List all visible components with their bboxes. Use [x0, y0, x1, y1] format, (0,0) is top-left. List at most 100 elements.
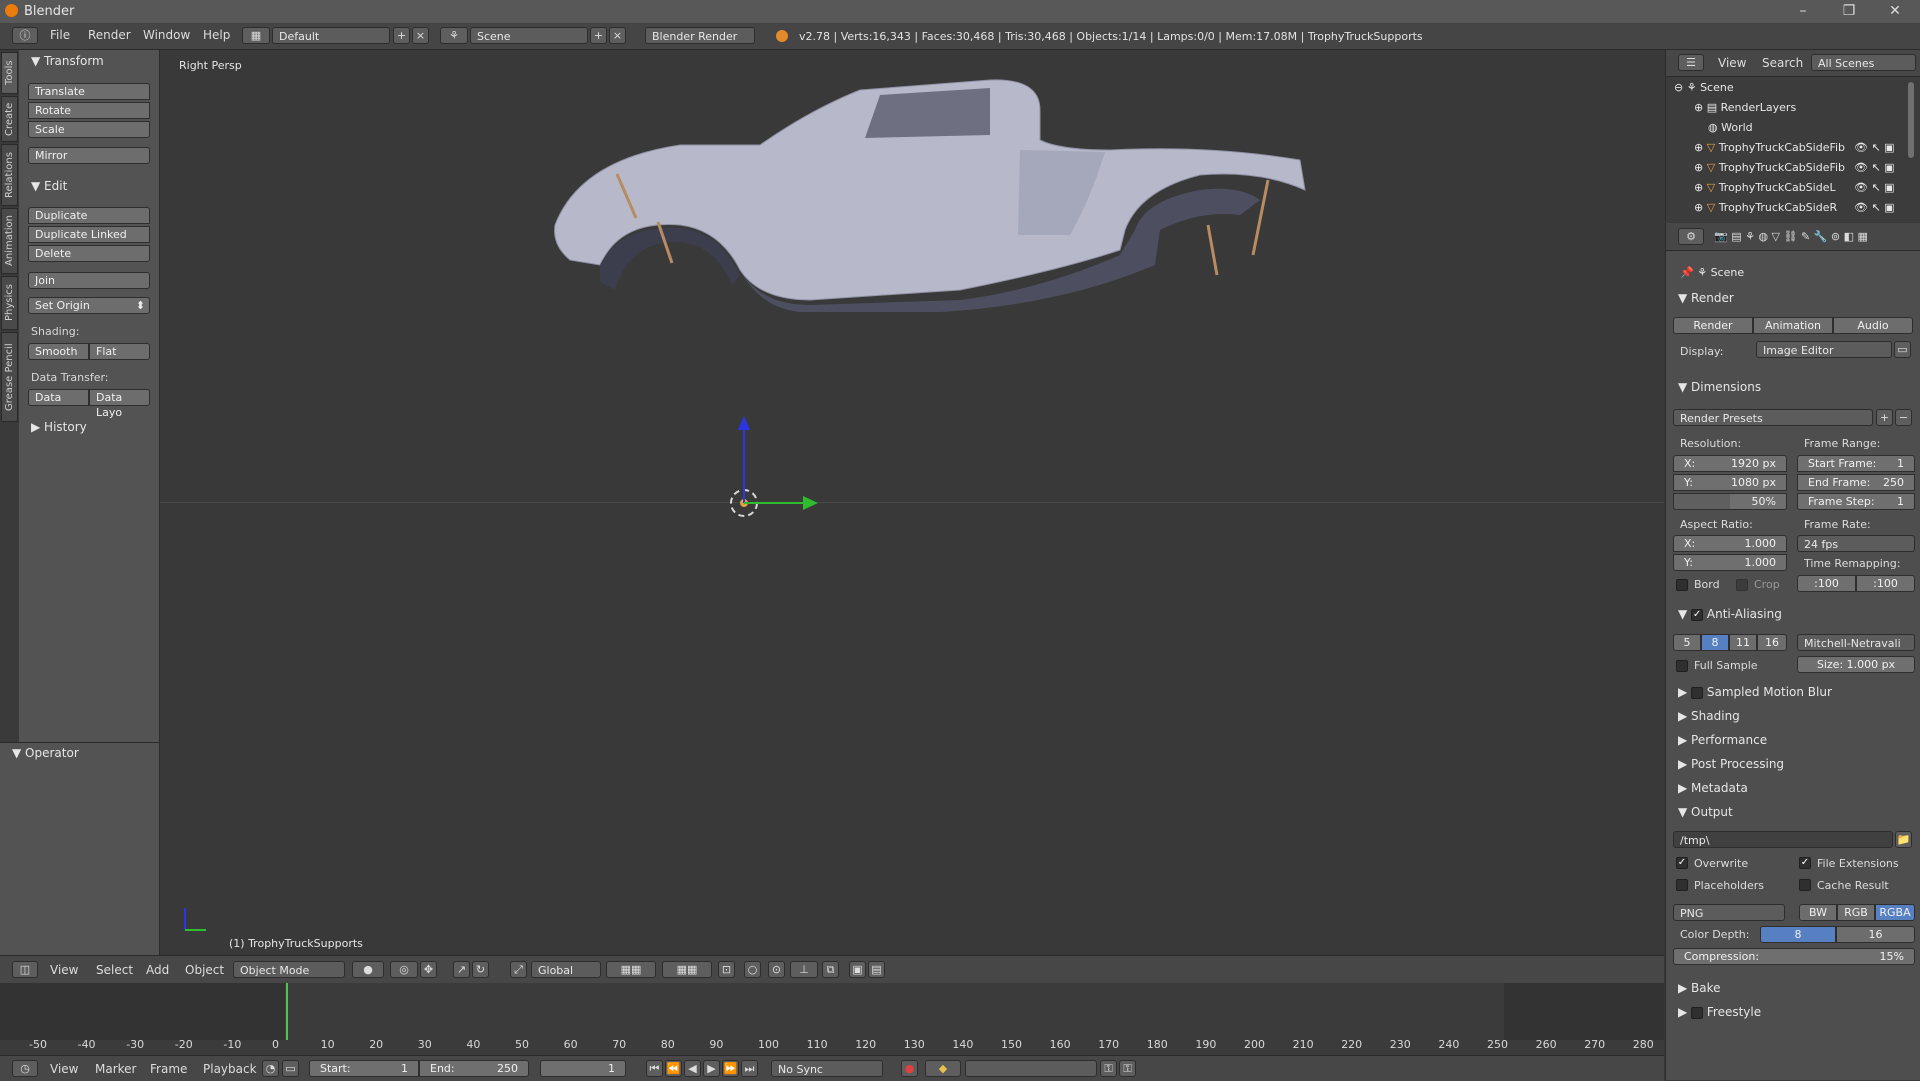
folder-browse-icon[interactable]: 📁 [1895, 831, 1912, 848]
post-processing-panel-header[interactable]: ▶ Post Processing [1678, 757, 1784, 771]
menu-help[interactable]: Help [203, 28, 230, 42]
remove-scene-icon[interactable]: × [609, 27, 626, 44]
duplicate-linked-button[interactable]: Duplicate Linked [28, 226, 150, 243]
menu-add[interactable]: Add [146, 963, 169, 977]
layout-field[interactable]: Default [272, 27, 390, 44]
sync-dropdown[interactable]: No Sync [771, 1060, 883, 1077]
data-button[interactable]: Data [28, 389, 89, 406]
motion-blur-checkbox[interactable] [1691, 686, 1704, 699]
proportional-edit-icon[interactable]: ○ [744, 961, 761, 978]
translate-manipulator-icon[interactable]: ↗ [453, 961, 470, 978]
performance-panel-header[interactable]: ▶ Performance [1678, 733, 1767, 747]
layers-grid-icon[interactable]: ▦▦ [662, 961, 712, 978]
play-reverse-icon[interactable]: ◀ [684, 1060, 701, 1077]
jump-end-icon[interactable]: ⏭ [741, 1060, 758, 1077]
current-frame-marker[interactable] [286, 983, 288, 1040]
cache-result-checkbox[interactable] [1799, 879, 1811, 891]
render-button[interactable]: Render [1673, 317, 1753, 334]
add-layout-icon[interactable]: + [393, 27, 410, 44]
aa-samples-16-button[interactable]: 16 [1757, 634, 1787, 651]
border-checkbox[interactable] [1676, 579, 1688, 591]
color-depth-8-button[interactable]: 8 [1760, 926, 1836, 943]
mirror-button[interactable]: Mirror [28, 147, 150, 164]
lock-interface-icon[interactable]: ▭ [1894, 341, 1911, 358]
visibility-eye-icon[interactable]: 👁 ↖ ▣ [1854, 201, 1895, 214]
play-icon[interactable]: ▶ [703, 1060, 720, 1077]
record-icon[interactable]: ● [901, 1060, 918, 1077]
editor-type-info-icon[interactable]: ⓘ [12, 27, 38, 44]
aa-samples-5-button[interactable]: 5 [1673, 634, 1701, 651]
delete-keyframe-icon[interactable]: ⚿ [1119, 1060, 1136, 1077]
pivot-point-icon[interactable]: ◎ [390, 961, 418, 978]
aspect-x-field[interactable]: X: 1.000 [1673, 535, 1787, 552]
current-frame-field[interactable]: 1 [540, 1060, 626, 1077]
manipulator-toggle-icon[interactable]: ✥ [420, 961, 437, 978]
color-rgba-button[interactable]: RGBA [1875, 904, 1915, 921]
lock-range-icon[interactable]: ▭ [282, 1060, 299, 1077]
tab-physics[interactable]: Physics [1, 276, 18, 330]
set-origin-dropdown[interactable]: Set Origin ⬍ [28, 297, 150, 314]
outliner-item-renderlayers[interactable]: ⊕ ▤ RenderLayers [1694, 101, 1796, 114]
tab-create[interactable]: Create [1, 96, 18, 142]
crop-checkbox[interactable] [1736, 579, 1748, 591]
color-bw-button[interactable]: BW [1799, 904, 1837, 921]
resolution-x-field[interactable]: X: 1920 px [1673, 455, 1787, 472]
time-remap-old-field[interactable]: :100 [1797, 575, 1856, 592]
properties-context-icons[interactable]: 📷 ▤ ⚘ ◍ ▽ ⛓ ✎ 🔧 ⊚ ◧ ▦ [1714, 230, 1868, 243]
full-sample-checkbox[interactable] [1676, 660, 1688, 672]
duplicate-button[interactable]: Duplicate [28, 207, 150, 224]
render-anim-icon[interactable]: ▤ [868, 961, 885, 978]
compression-slider[interactable]: Compression: 15% [1673, 948, 1915, 965]
close-button[interactable]: ✕ [1872, 0, 1918, 23]
frame-rate-dropdown[interactable]: 24 fps [1797, 535, 1915, 552]
3d-viewport[interactable]: Right Persp (1) TrophyTruckSupports [160, 50, 1664, 955]
freestyle-checkbox[interactable] [1691, 1006, 1704, 1019]
display-dropdown[interactable]: Image Editor [1756, 341, 1892, 358]
jump-keyframe-forward-icon[interactable]: ⏩ [722, 1060, 739, 1077]
editor-type-timeline-icon[interactable]: ◷ [12, 1060, 38, 1077]
translate-button[interactable]: Translate [28, 83, 150, 100]
menu-playback[interactable]: Playback [203, 1062, 257, 1076]
jump-keyframe-back-icon[interactable]: ⏪ [665, 1060, 682, 1077]
outliner-item-world[interactable]: ◍ World [1708, 121, 1753, 134]
menu-window[interactable]: Window [143, 28, 190, 42]
visibility-eye-icon[interactable]: 👁 ↖ ▣ [1854, 181, 1895, 194]
smooth-button[interactable]: Smooth [28, 343, 89, 360]
scale-button[interactable]: Scale [28, 121, 150, 138]
keying-set-icon[interactable]: ◆ [925, 1060, 961, 1077]
aspect-y-field[interactable]: Y: 1.000 [1673, 554, 1787, 571]
transform-panel-header[interactable]: ▼ Transform [31, 54, 104, 68]
freestyle-panel-header[interactable]: ▶ Freestyle [1678, 1005, 1761, 1019]
menu-marker[interactable]: Marker [95, 1062, 136, 1076]
anti-aliasing-panel-header[interactable]: ▼ ✓ Anti-Aliasing [1678, 607, 1782, 621]
render-still-icon[interactable]: ▣ [849, 961, 866, 978]
jump-start-icon[interactable]: ⏮ [646, 1060, 663, 1077]
history-panel-header[interactable]: ▶ History [31, 420, 87, 434]
render-panel-header[interactable]: ▼ Render [1678, 291, 1734, 305]
flat-button[interactable]: Flat [89, 343, 150, 360]
maximize-button[interactable]: ❐ [1826, 0, 1872, 23]
menu-select[interactable]: Select [96, 963, 133, 977]
tab-relations[interactable]: Relations [1, 144, 18, 206]
outliner-menu-search[interactable]: Search [1762, 56, 1803, 70]
rotate-manipulator-icon[interactable]: ↻ [472, 961, 489, 978]
end-frame-field[interactable]: End Frame: 250 [1797, 474, 1915, 491]
layers-grid-icon[interactable]: ▦▦ [606, 961, 656, 978]
menu-timeline-view[interactable]: View [50, 1062, 78, 1076]
snap-target-icon[interactable]: ⊥ [790, 961, 818, 978]
outliner-item-object[interactable]: ⊕ ▽ TrophyTruckCabSideFib [1694, 141, 1845, 154]
lock-layers-icon[interactable]: ⊡ [718, 961, 735, 978]
outliner-filter-dropdown[interactable]: All Scenes [1811, 54, 1916, 71]
outliner-item-scene[interactable]: ⊖ ⚘ Scene [1674, 81, 1734, 94]
menu-view[interactable]: View [50, 963, 78, 977]
minimize-button[interactable]: – [1780, 0, 1826, 23]
edit-panel-header[interactable]: ▼ Edit [31, 179, 67, 193]
motion-blur-panel-header[interactable]: ▶ Sampled Motion Blur [1678, 685, 1832, 699]
render-presets-dropdown[interactable]: Render Presets [1673, 409, 1873, 426]
opengl-render-icon[interactable]: ⧉ [822, 961, 839, 978]
rotate-button[interactable]: Rotate [28, 102, 150, 119]
screen-layout-icon[interactable]: ▦ [242, 27, 270, 44]
outliner-menu-view[interactable]: View [1718, 56, 1746, 70]
aa-samples-8-button[interactable]: 8 [1701, 634, 1729, 651]
visibility-eye-icon[interactable]: 👁 ↖ ▣ [1854, 161, 1895, 174]
